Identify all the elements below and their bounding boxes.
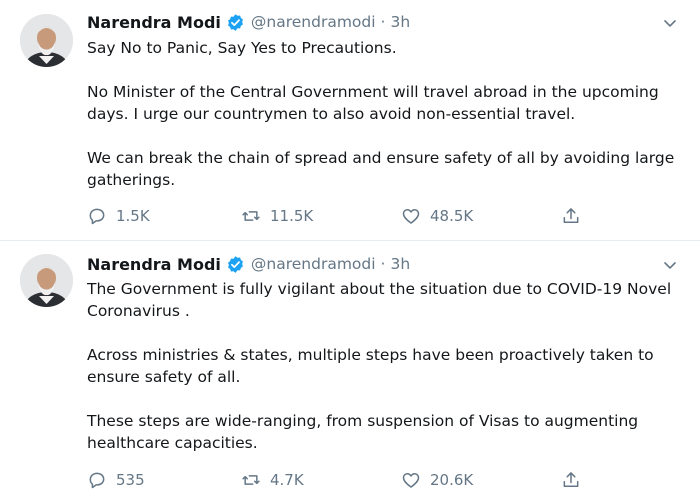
tweet-time[interactable]: 3h [390,255,410,273]
share-button[interactable] [561,468,581,492]
retweet-icon [242,475,260,485]
avatar[interactable] [20,254,73,307]
tweet[interactable]: Narendra Modi @narendramodi · 3h Say No … [0,0,700,241]
tweet-header: Narendra Modi @narendramodi · 3h [87,253,410,275]
retweet-icon [242,211,260,221]
separator: · [380,255,386,273]
avatar-image [20,14,73,67]
share-icon [563,208,579,223]
verified-badge-icon [227,255,243,273]
tweet-paragraph: These steps are wide-ranging, from suspe… [87,412,639,452]
tweet-time[interactable]: 3h [390,13,410,31]
share-icon [563,472,579,487]
chevron-down-icon[interactable] [660,255,680,275]
heart-icon [402,209,420,224]
separator: · [380,13,386,31]
reply-button[interactable]: 535 [87,468,145,492]
like-count: 48.5K [430,207,474,225]
chevron-down-icon[interactable] [660,13,680,33]
reply-icon [89,472,105,489]
verified-badge-icon [227,13,243,31]
author-name[interactable]: Narendra Modi [87,13,221,32]
retweet-button[interactable]: 11.5K [241,204,313,228]
reply-button[interactable]: 1.5K [87,204,150,228]
tweet-paragraph: The Government is fully vigilant about t… [87,280,672,320]
tweet-actions: 1.5K 11.5K 48.5K [87,204,592,228]
retweet-count: 4.7K [270,471,304,489]
tweet-feed: Narendra Modi @narendramodi · 3h Say No … [0,0,700,504]
reply-count: 535 [116,471,145,489]
avatar-image [20,254,73,307]
author-name[interactable]: Narendra Modi [87,255,221,274]
retweet-count: 11.5K [270,207,314,225]
share-button[interactable] [561,204,581,228]
reply-icon [89,208,105,225]
author-handle[interactable]: @narendramodi [251,255,376,273]
tweet-paragraph: Across ministries & states, multiple ste… [87,346,654,386]
author-handle[interactable]: @narendramodi [251,13,376,31]
tweet-paragraph: We can break the chain of spread and ens… [87,149,675,189]
tweet-header: Narendra Modi @narendramodi · 3h [87,11,410,33]
tweet-text: The Government is fully vigilant about t… [87,278,677,454]
heart-icon [402,473,420,488]
avatar[interactable] [20,14,73,67]
tweet-actions: 535 4.7K 20.6K [87,468,592,492]
tweet-paragraph: Say No to Panic, Say Yes to Precautions. [87,39,397,57]
retweet-button[interactable]: 4.7K [241,468,304,492]
like-button[interactable]: 20.6K [401,468,473,492]
tweet-paragraph: No Minister of the Central Government wi… [87,83,659,123]
tweet[interactable]: Narendra Modi @narendramodi · 3h The Gov… [0,241,700,504]
like-count: 20.6K [430,471,474,489]
reply-count: 1.5K [116,207,150,225]
tweet-text: Say No to Panic, Say Yes to Precautions.… [87,37,677,191]
like-button[interactable]: 48.5K [401,204,473,228]
